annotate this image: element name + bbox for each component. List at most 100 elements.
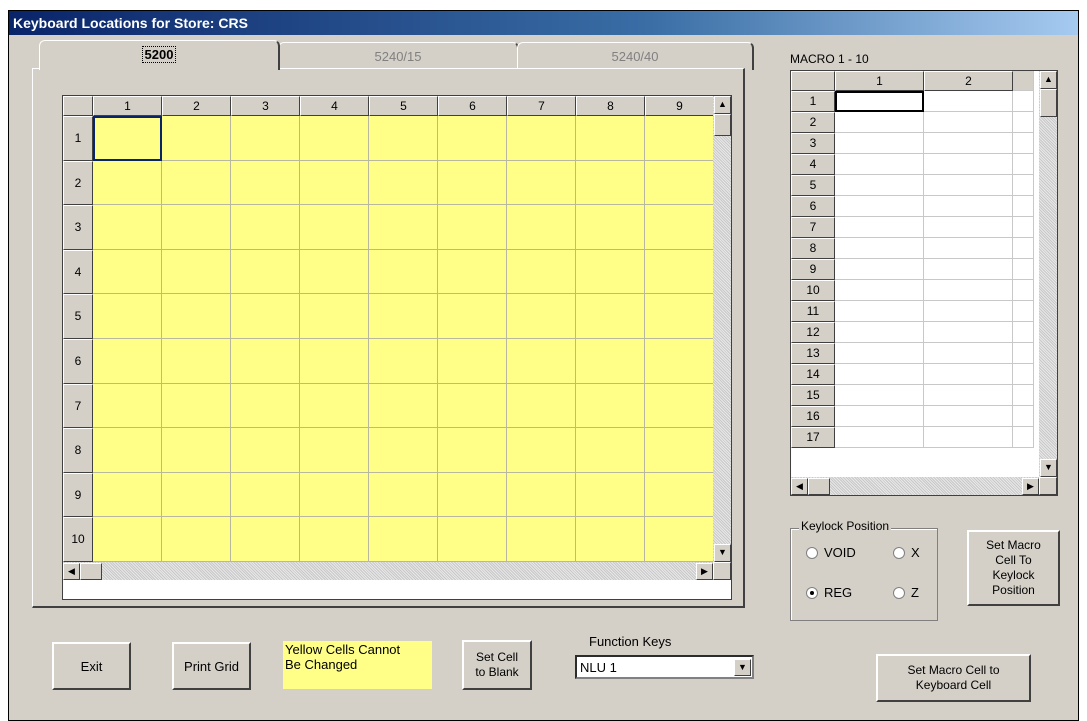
- grid-cell[interactable]: [300, 472, 369, 518]
- macro-cell[interactable]: [835, 259, 924, 280]
- macro-cell[interactable]: [924, 154, 1013, 175]
- grid-cell[interactable]: [507, 428, 576, 473]
- grid-cell[interactable]: [645, 339, 714, 384]
- grid-cell[interactable]: [438, 472, 507, 518]
- macro-cell-partial[interactable]: [1013, 427, 1034, 448]
- grid-cell[interactable]: [369, 116, 438, 161]
- grid-cell[interactable]: [645, 383, 714, 429]
- macro-cell[interactable]: [924, 280, 1013, 301]
- grid-cell[interactable]: [300, 160, 369, 206]
- macro-cell-partial[interactable]: [1013, 385, 1034, 406]
- macro-grid[interactable]: 1 2 1 2 3 4 5 6 7 8 9 10 11 12 13 14 15 16 17 ▲ ▼ ◀ ▶: [790, 70, 1058, 496]
- grid-cell[interactable]: [300, 339, 369, 384]
- macro-cell[interactable]: [835, 280, 924, 301]
- grid-cell[interactable]: [369, 472, 438, 518]
- macro-cell[interactable]: [835, 91, 924, 112]
- grid-cell[interactable]: [369, 205, 438, 250]
- macro-cell[interactable]: [924, 112, 1013, 133]
- macro-cell[interactable]: [924, 238, 1013, 259]
- grid-cell[interactable]: [369, 383, 438, 429]
- grid-cell[interactable]: [507, 205, 576, 250]
- keylock-radio-z[interactable]: [893, 587, 905, 599]
- scroll-thumb[interactable]: [714, 114, 731, 136]
- grid-cell[interactable]: [93, 428, 162, 473]
- keyboard-grid[interactable]: 1 2 3 4 5 6 7 8 9 1 2 3 4 5 6 7 8 9 10 ▲ ▼ ◀ ▶: [62, 95, 732, 600]
- grid-cell[interactable]: [231, 160, 300, 206]
- grid-cell[interactable]: [300, 294, 369, 339]
- macro-cell-partial[interactable]: [1013, 154, 1034, 175]
- grid-cell[interactable]: [162, 116, 231, 161]
- grid-cell[interactable]: [231, 205, 300, 250]
- macro-cell[interactable]: [835, 112, 924, 133]
- grid-cell[interactable]: [300, 428, 369, 473]
- grid-cell[interactable]: [93, 249, 162, 295]
- print-grid-button[interactable]: Print Grid: [172, 642, 251, 690]
- grid-cell[interactable]: [93, 339, 162, 384]
- macro-cell-partial[interactable]: [1013, 364, 1034, 385]
- macro-cell[interactable]: [835, 322, 924, 343]
- macro-cell-partial[interactable]: [1013, 238, 1034, 259]
- macro-cell-partial[interactable]: [1013, 91, 1034, 112]
- grid-cell[interactable]: [507, 383, 576, 429]
- grid-cell[interactable]: [438, 294, 507, 339]
- grid-cell[interactable]: [645, 428, 714, 473]
- macro-cell[interactable]: [835, 175, 924, 196]
- grid-cell[interactable]: [576, 517, 645, 562]
- macro-cell[interactable]: [924, 406, 1013, 427]
- tab-5200[interactable]: 5200: [39, 40, 280, 70]
- grid-cell[interactable]: [162, 339, 231, 384]
- grid-cell[interactable]: [507, 160, 576, 206]
- grid-cell[interactable]: [438, 116, 507, 161]
- scroll-thumb[interactable]: [808, 478, 830, 495]
- macro-cell-partial[interactable]: [1013, 343, 1034, 364]
- grid-cell[interactable]: [438, 517, 507, 562]
- chevron-down-icon[interactable]: ▼: [734, 659, 751, 676]
- macro-cell[interactable]: [924, 343, 1013, 364]
- grid-cell[interactable]: [162, 383, 231, 429]
- grid-cell[interactable]: [369, 249, 438, 295]
- grid-cell[interactable]: [438, 160, 507, 206]
- grid-cell[interactable]: [93, 383, 162, 429]
- set-cell-blank-button[interactable]: Set Cell to Blank: [462, 640, 532, 690]
- grid-cell[interactable]: [162, 160, 231, 206]
- scroll-right-icon[interactable]: ▶: [1022, 478, 1039, 495]
- keylock-radio-x[interactable]: [893, 547, 905, 559]
- macro-cell[interactable]: [835, 427, 924, 448]
- grid-cell[interactable]: [369, 294, 438, 339]
- grid-cell[interactable]: [162, 205, 231, 250]
- macro-cell[interactable]: [924, 175, 1013, 196]
- macro-cell[interactable]: [924, 385, 1013, 406]
- grid-cell[interactable]: [162, 249, 231, 295]
- grid-cell[interactable]: [507, 294, 576, 339]
- keylock-radio-reg[interactable]: [806, 587, 818, 599]
- macro-cell[interactable]: [924, 133, 1013, 154]
- grid-cell[interactable]: [645, 160, 714, 206]
- macro-cell[interactable]: [835, 238, 924, 259]
- grid-cell[interactable]: [576, 205, 645, 250]
- macro-cell-partial[interactable]: [1013, 322, 1034, 343]
- grid-cell[interactable]: [645, 249, 714, 295]
- macro-cell-partial[interactable]: [1013, 301, 1034, 322]
- macro-cell-partial[interactable]: [1013, 280, 1034, 301]
- grid-cell[interactable]: [93, 517, 162, 562]
- grid-cell[interactable]: [576, 294, 645, 339]
- grid-cell[interactable]: [576, 160, 645, 206]
- grid-cell[interactable]: [300, 383, 369, 429]
- macro-cell-partial[interactable]: [1013, 175, 1034, 196]
- macro-cell[interactable]: [835, 133, 924, 154]
- grid-cell[interactable]: [231, 428, 300, 473]
- macro-cell[interactable]: [835, 217, 924, 238]
- scroll-left-icon[interactable]: ◀: [63, 563, 80, 580]
- grid-cell[interactable]: [162, 517, 231, 562]
- grid-cell[interactable]: [576, 472, 645, 518]
- grid-cell[interactable]: [231, 294, 300, 339]
- grid-cell[interactable]: [369, 160, 438, 206]
- grid-cell[interactable]: [507, 517, 576, 562]
- grid-cell[interactable]: [507, 472, 576, 518]
- macro-cell-partial[interactable]: [1013, 217, 1034, 238]
- macro-cell[interactable]: [835, 364, 924, 385]
- grid-cell[interactable]: [645, 294, 714, 339]
- macro-cell[interactable]: [924, 427, 1013, 448]
- macro-cell[interactable]: [835, 154, 924, 175]
- grid-cell[interactable]: [231, 383, 300, 429]
